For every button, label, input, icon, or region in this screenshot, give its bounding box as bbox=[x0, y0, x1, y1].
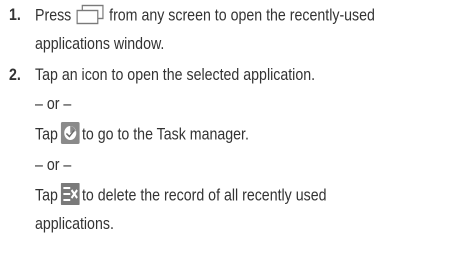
clear-rest-text: to delete the record of all recently use… bbox=[81, 186, 327, 205]
task-rest-text: to go to the Task manager. bbox=[81, 125, 249, 144]
or-separator: – or – bbox=[35, 156, 72, 174]
step-number: 2. bbox=[9, 66, 21, 84]
clear-tap-text: Tap bbox=[35, 186, 58, 205]
task-tap-text: Tap bbox=[35, 125, 58, 144]
step-2-clear-line: Tap to delete the record of all recently… bbox=[35, 183, 327, 207]
task-manager-icon bbox=[60, 122, 80, 144]
instruction-document: 1. Press from any screen to open the rec… bbox=[0, 0, 470, 253]
step-1-line-1: Press from any screen to open the recent… bbox=[35, 3, 375, 27]
or-separator: – or – bbox=[35, 95, 72, 113]
step-number: 1. bbox=[9, 6, 21, 24]
step-2-clear-line-2: applications. bbox=[35, 215, 114, 233]
clear-all-icon bbox=[60, 183, 80, 205]
step-1-press-rest: from any screen to open the recently-use… bbox=[109, 6, 375, 25]
step-1-press-text: Press bbox=[35, 6, 72, 25]
step-2-task-line: Tap to go to the Task manager. bbox=[35, 122, 249, 146]
step-2-line-1: Tap an icon to open the selected applica… bbox=[35, 66, 316, 84]
step-1-line-2: applications window. bbox=[35, 35, 165, 53]
recent-apps-icon bbox=[75, 3, 106, 25]
